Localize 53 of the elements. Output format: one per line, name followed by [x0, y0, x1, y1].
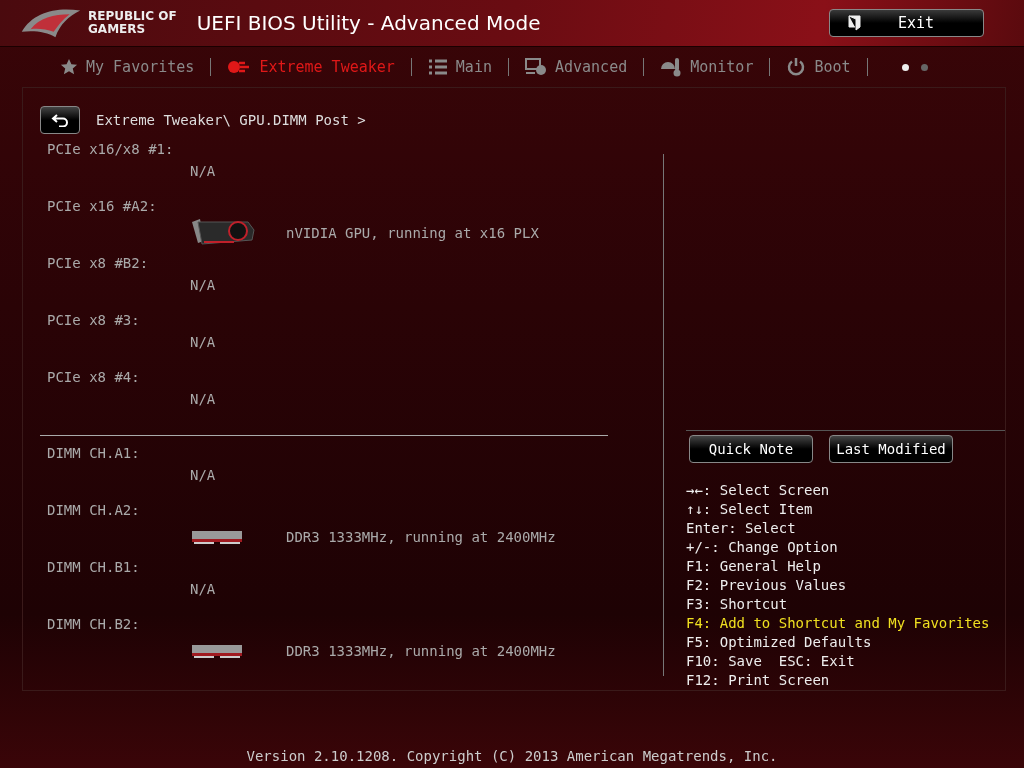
- help-line: F10: Save ESC: Exit: [686, 652, 856, 671]
- breadcrumb: Extreme Tweaker\ GPU.DIMM Post >: [96, 112, 366, 128]
- brand-text: GAMERS: [88, 23, 147, 36]
- nav-tab[interactable]: Main: [423, 58, 496, 76]
- side-button[interactable]: Last Modified: [829, 435, 953, 463]
- slot-value: nVIDIA GPU, running at x16 PLX: [286, 225, 539, 241]
- door-icon: [848, 15, 862, 31]
- slot-label: PCIe x16/x8 #1:: [47, 140, 175, 158]
- back-button[interactable]: [40, 106, 80, 134]
- slot-value: DDR3 1333MHz, running at 2400MHz: [286, 643, 556, 659]
- help-line: F2: Previous Values: [686, 576, 848, 595]
- slot-label: DIMM CH.B2:: [47, 615, 141, 633]
- help-line: →←: Select Screen: [686, 481, 831, 500]
- monitor-info-icon: [524, 58, 547, 76]
- page-dot[interactable]: [921, 63, 928, 71]
- slot-value: N/A: [190, 467, 216, 483]
- slot-value: N/A: [190, 277, 216, 293]
- help-line: F3: Shortcut: [686, 595, 789, 614]
- star-icon: [60, 58, 78, 76]
- slot-label: PCIe x8 #3:: [47, 311, 141, 329]
- slot-value: N/A: [190, 581, 216, 597]
- slot-label: DIMM CH.A2:: [47, 501, 141, 519]
- slot-label: PCIe x8 #B2:: [47, 254, 150, 272]
- gauge-thermometer-icon: [660, 57, 683, 77]
- slot-value: N/A: [190, 334, 216, 350]
- slot-label: DIMM CH.B1:: [47, 558, 141, 576]
- return-arrow-icon: [51, 113, 69, 127]
- help-line: F5: Optimized Defaults: [686, 633, 873, 652]
- slot-value: DDR3 1333MHz, running at 2400MHz: [286, 529, 556, 545]
- nav-tab[interactable]: My Favorites: [56, 58, 199, 76]
- power-icon: [786, 57, 807, 77]
- nav-tab[interactable]: Advanced: [520, 58, 632, 76]
- version-text: Version 2.10.1208. Copyright (C) 2013 American Megatrends, Inc.: [245, 748, 779, 766]
- nav-tab[interactable]: Monitor: [656, 57, 758, 77]
- slot-value: N/A: [190, 163, 216, 179]
- slot-label: PCIe x16 #A2:: [47, 197, 158, 215]
- side-button[interactable]: Quick Note: [689, 435, 813, 463]
- nav-tab[interactable]: Boot: [782, 57, 855, 77]
- page-dot[interactable]: [902, 63, 909, 71]
- exit-button[interactable]: Exit: [829, 9, 984, 37]
- brand-text: REPUBLIC OF: [88, 10, 177, 23]
- slot-value: N/A: [190, 391, 216, 407]
- list-icon: [427, 59, 448, 75]
- help-line: F4: Add to Shortcut and My Favorites: [686, 614, 991, 633]
- window-title: UEFI BIOS Utility - Advanced Mode: [196, 11, 542, 35]
- nav-tab[interactable]: Extreme Tweaker: [223, 58, 399, 76]
- help-line: F12: Print Screen: [686, 671, 831, 690]
- help-line: F1: General Help: [686, 557, 822, 576]
- help-line: Enter: Select: [686, 519, 797, 538]
- slot-label: DIMM CH.A1:: [47, 444, 141, 462]
- slot-label: PCIe x8 #4:: [47, 368, 141, 386]
- help-line: ↑↓: Select Item: [686, 500, 814, 519]
- help-line: +/-: Change Option: [686, 538, 839, 557]
